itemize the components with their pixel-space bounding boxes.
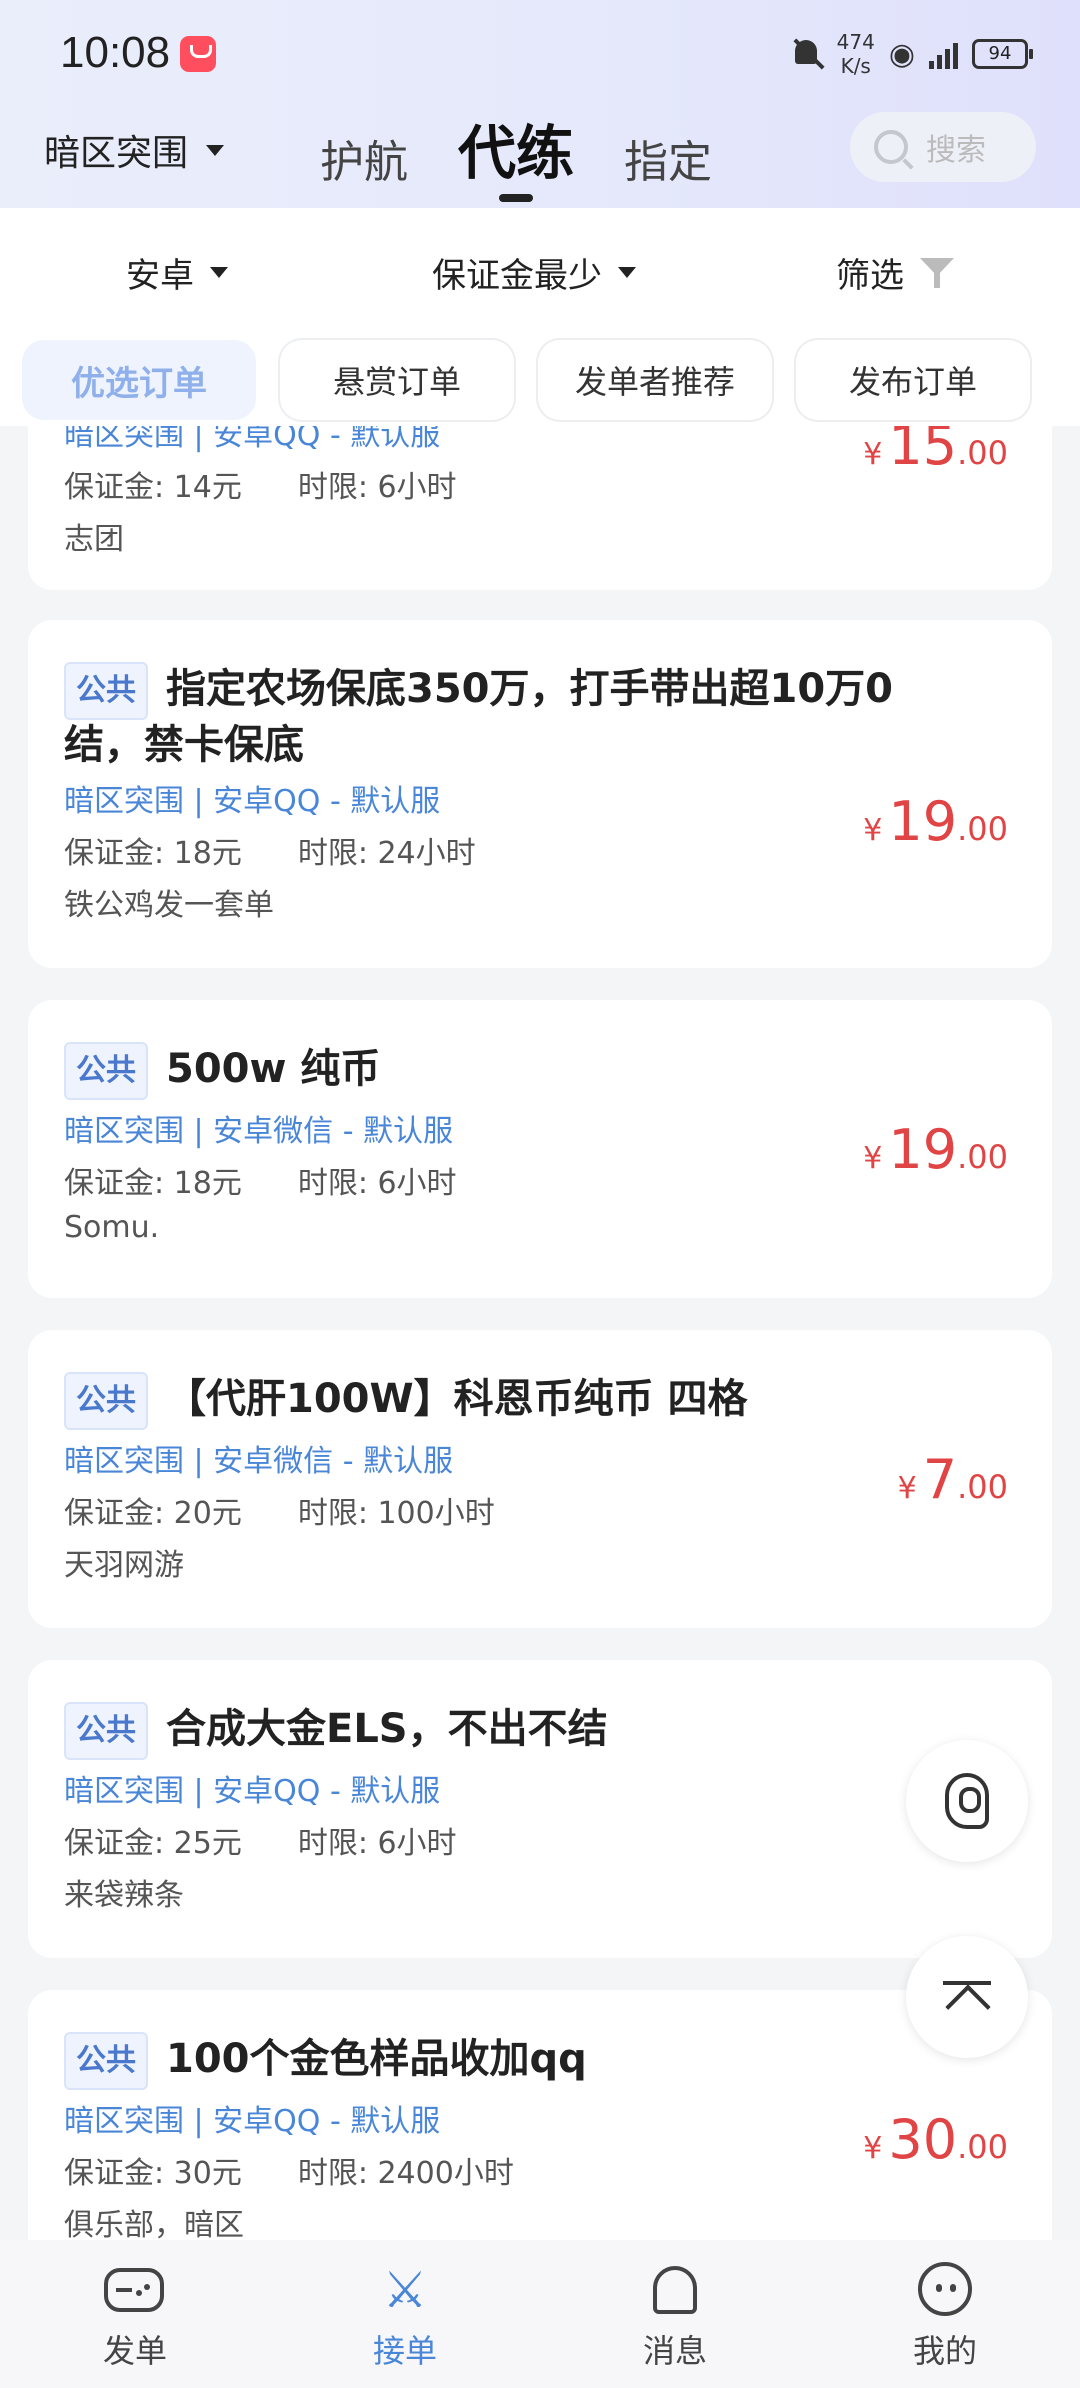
subtab-recommended[interactable]: 发单者推荐 bbox=[538, 340, 772, 420]
platform-filter[interactable]: 安卓 bbox=[126, 248, 228, 297]
tab-boosting[interactable]: 代练 bbox=[458, 106, 574, 202]
order-card[interactable]: 公共 合成大金ELS，不出不结 暗区突围 | 安卓QQ - 默认服 保证金: 25… bbox=[28, 1660, 1052, 1958]
bell-off-icon bbox=[789, 36, 823, 72]
order-price: ¥15.00 bbox=[863, 426, 1008, 477]
order-price: ¥7.00 bbox=[897, 1448, 1008, 1511]
order-card[interactable]: 公共 500w 纯币 暗区突围 | 安卓微信 - 默认服 保证金: 18元 时限: … bbox=[28, 1000, 1052, 1298]
back-to-top-button[interactable] bbox=[906, 1936, 1028, 2058]
order-card[interactable]: 公共 指定农场保底350万，打手带出超10万0结，禁卡保底 暗区突围 | 安卓QQ… bbox=[28, 620, 1052, 968]
order-price: ¥19.00 bbox=[863, 790, 1008, 853]
tab-escort[interactable]: 护航 bbox=[320, 126, 408, 190]
chat-face-icon bbox=[918, 2262, 972, 2316]
signal-icon bbox=[929, 39, 958, 69]
public-badge: 公共 bbox=[64, 1372, 148, 1430]
public-badge: 公共 bbox=[64, 1702, 148, 1760]
public-badge: 公共 bbox=[64, 2032, 148, 2090]
search-input[interactable]: 搜索 bbox=[850, 112, 1036, 182]
shopping-app-icon bbox=[180, 36, 216, 72]
caret-down-icon bbox=[206, 144, 225, 156]
status-bar: 10:08 474 K/s ◉ 94 bbox=[0, 0, 1080, 110]
subtab-featured[interactable]: 优选订单 bbox=[22, 340, 256, 420]
subtab-bounty[interactable]: 悬赏订单 bbox=[280, 340, 514, 420]
bottom-nav: 发单 ⚔ 接单 消息 我的 bbox=[0, 2240, 1080, 2388]
arrow-up-to-top-icon bbox=[943, 1981, 991, 2013]
tab-designated[interactable]: 指定 bbox=[624, 126, 712, 190]
order-price: ¥30.00 bbox=[863, 2108, 1008, 2171]
battery-icon: 94 bbox=[972, 39, 1033, 69]
order-card[interactable]: 公共 100个金色样品收加qq 暗区突围 | 安卓QQ - 默认服 保证金: 30… bbox=[28, 1990, 1052, 2240]
search-icon bbox=[874, 130, 908, 164]
nav-profile[interactable]: 我的 bbox=[810, 2240, 1080, 2388]
crossed-swords-icon: ⚔ bbox=[382, 2261, 428, 2319]
public-badge: 公共 bbox=[64, 662, 148, 720]
ear-icon bbox=[945, 1773, 989, 1829]
nav-post-order[interactable]: 发单 bbox=[0, 2240, 270, 2388]
order-price: ¥19.00 bbox=[863, 1118, 1008, 1181]
net-speed: 474 K/s bbox=[836, 30, 875, 78]
order-card[interactable]: 公共 【代肝100W】科恩币纯币 四格 暗区突围 | 安卓微信 - 默认服 保证金… bbox=[28, 1330, 1052, 1628]
caret-down-icon bbox=[618, 267, 636, 278]
status-time: 10:08 bbox=[60, 28, 171, 77]
subtab-publish[interactable]: 发布订单 bbox=[796, 340, 1030, 420]
accessibility-hearing-button[interactable] bbox=[906, 1740, 1028, 1862]
game-selector[interactable]: 暗区突围 bbox=[44, 124, 225, 176]
public-badge: 公共 bbox=[64, 1042, 148, 1100]
caret-down-icon bbox=[210, 267, 228, 278]
sort-filter[interactable]: 保证金最少 bbox=[432, 248, 636, 297]
order-card[interactable]: 暗区突围 | 安卓QQ - 默认服 保证金: 14元 时限: 6小时 志团 ¥15… bbox=[28, 426, 1052, 590]
filter-button[interactable]: 筛选 bbox=[836, 248, 954, 297]
top-tabs: 护航 代练 指定 bbox=[320, 110, 712, 202]
nav-take-order[interactable]: ⚔ 接单 bbox=[270, 2240, 540, 2388]
gamepad-icon bbox=[104, 2268, 164, 2312]
bell-icon bbox=[653, 2266, 697, 2314]
hotspot-icon: ◉ bbox=[888, 36, 915, 72]
nav-messages[interactable]: 消息 bbox=[540, 2240, 810, 2388]
order-subtabs: 优选订单 悬赏订单 发单者推荐 发布订单 bbox=[0, 328, 1080, 426]
filter-bar: 安卓 保证金最少 筛选 bbox=[0, 208, 1080, 328]
funnel-icon bbox=[920, 256, 954, 290]
